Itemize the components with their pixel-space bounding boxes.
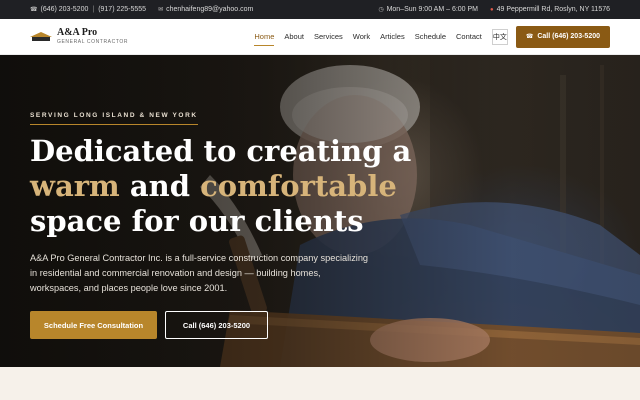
headline-part-1: Dedicated to creating a: [30, 134, 412, 168]
address-link[interactable]: 49 Peppermill Rd, Roslyn, NY 11576: [497, 6, 610, 13]
email-icon: ✉: [158, 7, 164, 13]
nav-item-contact[interactable]: Contact: [456, 29, 482, 44]
main-nav: Home About Services Work Articles Schedu…: [244, 25, 610, 48]
nav-item-articles[interactable]: Articles: [380, 29, 405, 44]
phone-separator: |: [92, 6, 95, 13]
email-link[interactable]: chenhaifeng89@yahoo.com: [166, 6, 253, 13]
header-call-label: Call (646) 203-5200: [537, 33, 600, 40]
contact-info: ☎ (646) 203-5200 | (917) 225-5555 ✉ chen…: [30, 6, 253, 13]
header-call-button[interactable]: ☎ Call (646) 203-5200: [515, 25, 610, 48]
hero-section: SERVING LONG ISLAND & NEW YORK Dedicated…: [0, 55, 640, 367]
logo-mark-icon: [30, 31, 52, 42]
phone-secondary-link[interactable]: (917) 225-5555: [98, 6, 146, 13]
business-hours: Mon–Sun 9:00 AM – 6:00 PM: [386, 6, 479, 13]
logo-subtitle: GENERAL CONTRACTOR: [57, 39, 129, 45]
map-pin-icon: ●: [490, 6, 494, 13]
phone-icon: ☎: [525, 34, 534, 40]
nav-item-home[interactable]: Home: [254, 29, 275, 46]
hero-eyebrow: SERVING LONG ISLAND & NEW YORK: [30, 112, 198, 125]
logo[interactable]: A&A Pro GENERAL CONTRACTOR: [30, 28, 128, 45]
nav-item-services[interactable]: Services: [314, 29, 343, 44]
logo-title: A&A Pro: [57, 27, 98, 38]
clock-icon: ◷: [378, 7, 384, 13]
nav-item-work[interactable]: Work: [353, 29, 370, 44]
hours-address: ◷ Mon–Sun 9:00 AM – 6:00 PM ● 49 Pepperm…: [378, 6, 610, 13]
headline-part-2: and: [119, 169, 201, 203]
phone-icon: ☎: [30, 7, 38, 13]
phone-primary-link[interactable]: (646) 203-5200: [40, 6, 88, 13]
next-section-strip: [0, 367, 640, 400]
hero-headline: Dedicated to creating a warm and comfort…: [30, 134, 490, 239]
hero-description: A&A Pro General Contractor Inc. is a ful…: [30, 253, 369, 293]
site-header: A&A Pro GENERAL CONTRACTOR Home About Se…: [0, 19, 640, 55]
nav-item-about[interactable]: About: [284, 29, 304, 44]
schedule-consultation-button[interactable]: Schedule Free Consultation: [30, 311, 157, 339]
language-toggle-button[interactable]: 中文: [491, 28, 508, 45]
headline-part-3: space for our clients: [30, 204, 364, 238]
hero-buttons: Schedule Free Consultation Call (646) 20…: [30, 311, 490, 339]
hero-content: SERVING LONG ISLAND & NEW YORK Dedicated…: [30, 104, 490, 339]
headline-accent-comfortable: comfortable: [200, 169, 397, 203]
headline-accent-warm: warm: [30, 169, 120, 203]
hero-call-button[interactable]: Call (646) 203-5200: [165, 311, 268, 339]
top-info-bar: ☎ (646) 203-5200 | (917) 225-5555 ✉ chen…: [0, 0, 640, 19]
nav-item-schedule[interactable]: Schedule: [415, 29, 446, 44]
